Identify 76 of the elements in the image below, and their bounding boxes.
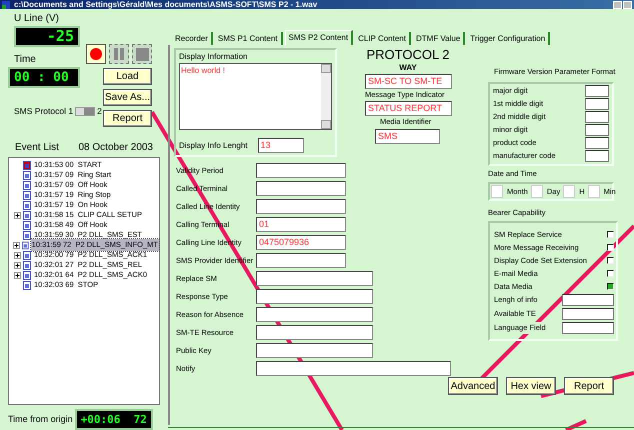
input-field[interactable]: [256, 199, 346, 214]
length-label: Display Info Lenght: [179, 140, 248, 152]
checkbox[interactable]: [607, 283, 614, 290]
input-field[interactable]: [256, 343, 373, 358]
scrollbar[interactable]: [321, 64, 331, 130]
maximize-button[interactable]: [623, 0, 632, 9]
input-field[interactable]: [256, 163, 346, 178]
protocol-title: PROTOCOL 2: [366, 48, 450, 62]
pause-button[interactable]: [109, 44, 129, 64]
expand-icon[interactable]: [14, 212, 20, 218]
input-field[interactable]: [256, 325, 373, 340]
firmware-field[interactable]: [585, 137, 609, 149]
input-field[interactable]: 01: [256, 217, 346, 232]
input-field[interactable]: [256, 307, 373, 322]
action-button[interactable]: Load: [103, 68, 152, 86]
voltage-display: -25: [14, 26, 80, 48]
origin-time-display: +00:06 72: [74, 409, 153, 430]
leader-line: [565, 419, 587, 430]
expand-icon[interactable]: [14, 252, 20, 258]
firmware-field[interactable]: [585, 85, 609, 97]
firmware-field[interactable]: [585, 124, 609, 136]
bearer-field[interactable]: [562, 308, 614, 320]
input-field[interactable]: [256, 361, 451, 376]
way-label: WAY: [399, 62, 417, 74]
scroll-down-icon[interactable]: [321, 120, 331, 130]
checkbox[interactable]: [607, 231, 614, 238]
app-icon: [2, 0, 10, 9]
uline-label: U Line (V): [13, 12, 60, 26]
firmware-field[interactable]: [585, 150, 609, 162]
event-date: 08 October 2003: [78, 141, 153, 155]
display-title: Display Information: [179, 51, 248, 64]
stop-button[interactable]: [132, 44, 152, 64]
message-textarea[interactable]: Hello world !: [179, 63, 332, 130]
bearer-field[interactable]: [562, 294, 614, 306]
input-field[interactable]: [256, 289, 373, 304]
pause-icon: [114, 48, 124, 60]
input-field[interactable]: [256, 271, 373, 286]
protocol-label: SMS Protocol 1: [14, 105, 74, 118]
expand-icon[interactable]: [14, 272, 20, 278]
date-field[interactable]: [563, 184, 576, 198]
expand-icon[interactable]: [13, 242, 20, 248]
record-button[interactable]: [86, 44, 106, 64]
input-field[interactable]: 0475079936: [256, 235, 346, 250]
expand-icon[interactable]: [14, 262, 20, 268]
length-field[interactable]: 13: [258, 138, 304, 154]
action-button[interactable]: Save As...: [103, 89, 152, 106]
firmware-field[interactable]: [585, 98, 609, 110]
tab[interactable]: Trigger Configuration: [467, 32, 550, 46]
checkbox[interactable]: [607, 270, 614, 277]
date-field[interactable]: [588, 184, 600, 198]
checkbox[interactable]: [607, 257, 614, 264]
date-field[interactable]: [491, 184, 503, 198]
time-display: 00 : 00: [8, 67, 80, 88]
origin-label: Time from origin: [8, 412, 73, 426]
time-label: Time: [13, 53, 37, 68]
stop-icon: [136, 48, 148, 61]
tab[interactable]: SMS P2 Content: [284, 30, 354, 46]
way-field[interactable]: SM-SC TO SM-TE: [365, 74, 452, 90]
minimize-button[interactable]: [613, 0, 622, 9]
action-button[interactable]: Advanced: [448, 377, 498, 396]
date-field[interactable]: [530, 184, 543, 198]
action-button[interactable]: Report: [103, 110, 152, 128]
input-field[interactable]: [256, 253, 346, 268]
window-title: c:\Documents and Settings\Gérald\Mes documents\ASMS-SOFT\SMS P2 - 1.wav: [14, 0, 318, 9]
protocol-option: 2: [97, 105, 102, 118]
event-list-label: Event List: [15, 141, 59, 155]
checkbox[interactable]: [607, 244, 614, 251]
action-button[interactable]: Report: [564, 377, 614, 396]
firmware-field[interactable]: [585, 111, 609, 123]
protocol-switch[interactable]: [75, 107, 96, 116]
input-field[interactable]: [256, 181, 346, 196]
record-icon: [90, 48, 102, 60]
action-button[interactable]: Hex view: [506, 377, 556, 396]
mti-field[interactable]: STATUS REPORT: [365, 100, 452, 116]
media-field[interactable]: SMS: [375, 128, 440, 144]
bearer-field[interactable]: [562, 322, 614, 334]
